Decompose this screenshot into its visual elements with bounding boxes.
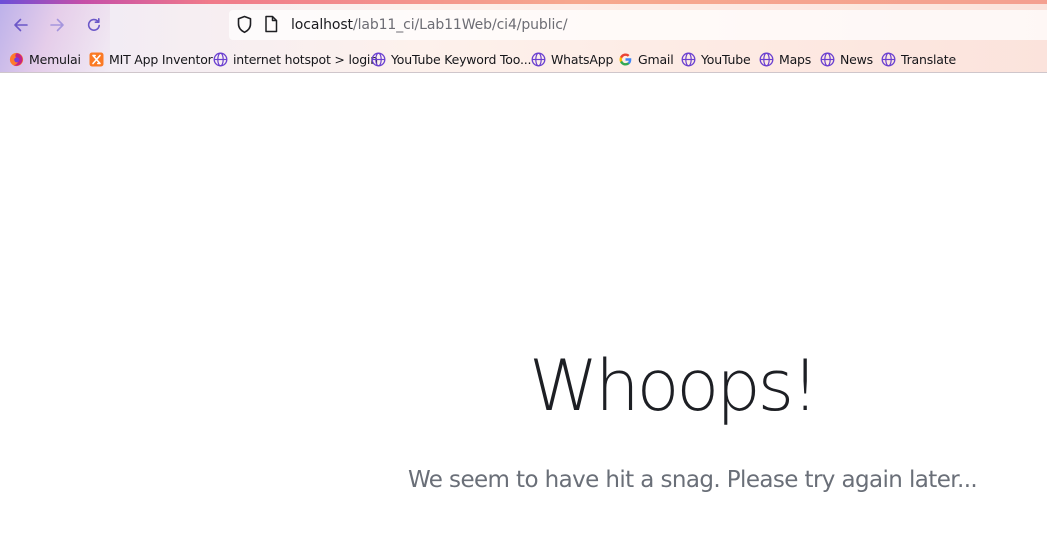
reload-icon: [87, 18, 100, 31]
bookmark-label: WhatsApp: [551, 51, 614, 67]
bookmark-label: News: [840, 51, 873, 67]
error-message: We seem to have hit a snag. Please try a…: [408, 467, 978, 493]
bookmark-whatsapp[interactable]: WhatsApp: [531, 49, 613, 69]
reload-button[interactable]: [81, 12, 107, 38]
google-icon: [618, 52, 633, 67]
globe-icon: [759, 52, 774, 67]
tab-strip-accent: [0, 0, 1047, 4]
bookmark-gmail[interactable]: Gmail: [618, 49, 674, 69]
firefox-icon: [9, 52, 24, 67]
url-path: /lab11_ci/Lab11Web/ci4/public/: [352, 17, 568, 33]
bookmark-label: Translate: [901, 51, 956, 67]
globe-icon: [881, 52, 896, 67]
shield-icon[interactable]: [236, 15, 253, 34]
bookmark-label: internet hotspot > login: [233, 51, 378, 67]
globe-icon: [681, 52, 696, 67]
back-button[interactable]: [8, 12, 34, 38]
globe-icon: [531, 52, 546, 67]
globe-icon: [820, 52, 835, 67]
bookmark-maps[interactable]: Maps: [759, 49, 811, 69]
forward-button[interactable]: [44, 12, 70, 38]
bookmark-memulai[interactable]: Memulai: [9, 49, 81, 69]
bookmark-translate[interactable]: Translate: [881, 49, 956, 69]
xampp-icon: [89, 52, 104, 67]
page-info-icon[interactable]: [264, 15, 278, 33]
bookmark-internet-hotspot[interactable]: internet hotspot > login: [213, 49, 378, 69]
bookmark-label: YouTube Keyword Too...: [391, 51, 532, 67]
bookmark-label: MIT App Inventor: [109, 51, 213, 67]
arrow-right-icon: [50, 18, 64, 32]
bookmark-youtube[interactable]: YouTube: [681, 49, 751, 69]
bookmark-news[interactable]: News: [820, 49, 873, 69]
page-content: Whoops! We seem to have hit a snag. Plea…: [0, 73, 1047, 542]
arrow-left-icon: [14, 18, 28, 32]
bookmark-mit-app-inventor[interactable]: MIT App Inventor: [89, 49, 213, 69]
bookmark-youtube-keyword-tool[interactable]: YouTube Keyword Too...: [371, 49, 531, 69]
browser-toolbar: localhost/lab11_ci/Lab11Web/ci4/public/ …: [0, 0, 1047, 73]
bookmark-label: Memulai: [29, 51, 81, 67]
bookmarks-bar: Memulai MIT App Inventor internet hotspo…: [0, 49, 1047, 69]
url-host: localhost: [291, 17, 353, 33]
url-text[interactable]: localhost/lab11_ci/Lab11Web/ci4/public/: [291, 16, 568, 34]
error-title: Whoops!: [529, 345, 819, 427]
bookmark-label: Maps: [779, 51, 812, 67]
bookmark-label: YouTube: [701, 51, 751, 67]
globe-icon: [371, 52, 386, 67]
bookmark-label: Gmail: [638, 51, 674, 67]
globe-icon: [213, 52, 228, 67]
